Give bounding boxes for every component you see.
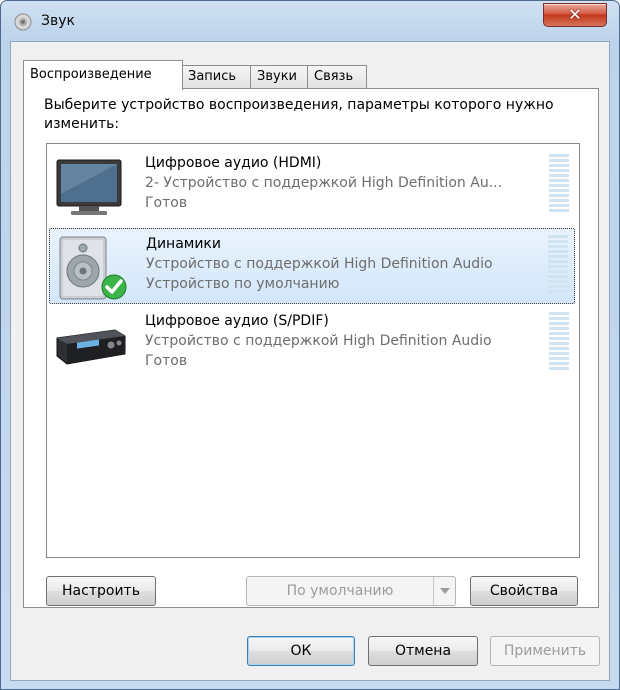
sound-dialog: Звук ✕ Воспроизведение Запись Звуки Связ… (0, 0, 620, 690)
speaker-app-icon (14, 13, 32, 31)
device-list[interactable]: Цифровое аудио (HDMI) 2- Устройство с по… (46, 143, 580, 558)
ok-button[interactable]: ОК (247, 636, 355, 666)
volume-meter (548, 235, 568, 295)
device-spdif[interactable]: Цифровое аудио (S/PDIF) Устройство с под… (49, 306, 575, 382)
device-status: Готов (145, 195, 188, 211)
tab-communications[interactable]: Связь (307, 65, 367, 89)
chevron-down-icon[interactable] (433, 577, 455, 605)
device-hdmi-text: Цифровое аудио (HDMI) 2- Устройство с по… (145, 153, 537, 213)
dialog-body: Воспроизведение Запись Звуки Связь Выбер… (10, 41, 610, 681)
tab-playback[interactable]: Воспроизведение (23, 60, 183, 90)
device-name: Цифровое аудио (HDMI) (145, 155, 322, 171)
device-name: Цифровое аудио (S/PDIF) (145, 313, 329, 329)
device-description: Устройство с поддержкой High Definition … (146, 256, 493, 272)
volume-meter (549, 154, 569, 214)
cancel-button[interactable]: Отмена (368, 636, 478, 666)
speaker-icon (59, 236, 127, 300)
receiver-icon (56, 329, 126, 365)
device-description: Устройство с поддержкой High Definition … (145, 333, 492, 349)
set-default-label: По умолчанию (286, 583, 394, 599)
close-button[interactable]: ✕ (543, 3, 607, 27)
device-status: Готов (145, 353, 188, 369)
device-hdmi[interactable]: Цифровое аудио (HDMI) 2- Устройство с по… (49, 148, 575, 224)
device-name: Динамики (146, 236, 221, 252)
device-status: Устройство по умолчанию (146, 276, 340, 292)
monitor-icon (56, 159, 122, 215)
device-spdif-text: Цифровое аудио (S/PDIF) Устройство с под… (145, 311, 537, 371)
instruction-text: Выберите устройство воспроизведения, пар… (44, 97, 554, 132)
device-speakers[interactable]: Динамики Устройство с поддержкой High De… (49, 228, 575, 304)
properties-button[interactable]: Свойства (470, 576, 578, 606)
set-default-dropdown[interactable]: По умолчанию (246, 576, 456, 606)
configure-button[interactable]: Настроить (46, 576, 156, 606)
tab-sounds[interactable]: Звуки (250, 65, 308, 89)
apply-button[interactable]: Применить (490, 636, 600, 666)
playback-panel: Выберите устройство воспроизведения, пар… (23, 88, 599, 608)
title-bar[interactable]: Звук ✕ (1, 1, 619, 41)
volume-meter (549, 312, 569, 372)
device-description: 2- Устройство с поддержкой High Definiti… (145, 175, 503, 191)
tab-recording[interactable]: Запись (181, 65, 251, 89)
check-icon (101, 274, 127, 300)
close-icon: ✕ (568, 5, 582, 24)
window-title: Звук (41, 13, 75, 29)
device-speakers-text: Динамики Устройство с поддержкой High De… (146, 234, 538, 294)
